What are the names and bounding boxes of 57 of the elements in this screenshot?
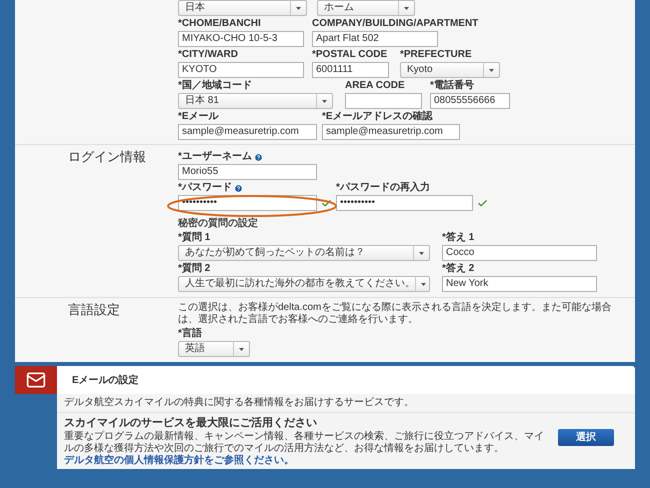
field-label: AREA CODE [345,80,405,92]
dropdown[interactable]: Kyoto [400,62,500,78]
field-label: *パスワードの再入力 [336,182,430,194]
privacy-link[interactable]: デルタ航空の個人情報保護方針をご参照ください。 [64,455,294,466]
field-label: *答え 2 [442,263,474,275]
text-field[interactable]: MIYAKO-CHO 10-5-3 [178,31,304,47]
select-button[interactable]: 選択 [558,429,614,446]
field-label: *CHOME/BANCHI [178,18,261,30]
caret-icon [239,348,244,350]
text-field[interactable] [345,93,422,109]
caret-icon [421,282,426,286]
text-field[interactable]: KYOTO [178,62,304,78]
field-label: *Eメール [178,111,219,123]
section-title: 言語設定 [67,302,121,319]
caret-icon [322,100,327,102]
field-label: *POSTAL CODE [312,49,388,61]
section-header: Eメールの設定 [57,366,635,394]
field-label: *ユーザーネーム [178,151,252,163]
text-field[interactable]: 08055556666 [430,93,510,109]
caret-icon [296,6,301,10]
text-field[interactable]: Morio55 [178,164,317,180]
dropdown[interactable]: あなたが初めて飼ったペットの名前は？ [178,245,430,261]
field-label: *質問 1 [178,232,210,244]
caret-icon [419,252,424,254]
text-field[interactable]: sample@measuretrip.com [322,124,460,140]
field-label: *Eメールアドレスの確認 [322,111,433,123]
promo-heading: スカイマイルのサービスを最大限にご活用ください [64,417,318,430]
intro-text: デルタ航空スカイマイルの特典に関する各種情報をお届けするサービスです。 [64,397,415,409]
subsection-title: 秘密の質問の設定 [178,218,259,230]
caret-icon [404,6,409,10]
field-label: *国／地域コード [178,80,252,92]
text-field[interactable]: New York [442,276,597,292]
field-label: *CITY/WARD [178,49,238,61]
dropdown[interactable]: 英語 [178,341,250,357]
text-field[interactable]: Cocco [442,245,597,261]
field-label: *PREFECTURE [400,49,472,61]
dropdown[interactable]: ホーム [317,0,415,16]
help-icon[interactable] [234,184,243,192]
field-label: COMPANY/BUILDING/APARTMENT [312,18,478,30]
section-title: ログイン情報 [67,149,147,166]
dropdown[interactable]: 日本 [178,0,307,16]
field-label: *パスワード [178,182,232,194]
text-field[interactable]: •••••••••• [336,195,473,211]
field-label: *質問 2 [178,263,210,275]
help-icon[interactable] [254,152,263,162]
description-text: この選択は、お客様がdelta.comをご覧になる際に表示される言語を決定します。また可能な場合は、選択された言語でお客様へのご連絡を行います。 [178,302,612,326]
text-field[interactable]: sample@measuretrip.com [178,124,317,140]
caret-icon [489,68,494,72]
text-field[interactable]: Apart Flat 502 [312,31,438,47]
promo-text: 重要なプログラムの最新情報、キャンペーン情報、各種サービスの検索、ご旅行に役立つアドバイス、マイルの多様な獲得方法や次回のご旅行でのマイルの活用方法など、お得な情報をお届けしています。 デルタ航空の個人情報保護方針をご参照ください。 [64,431,544,467]
dropdown[interactable]: 人生で最初に訪れた海外の都市を教えてください。 [178,276,430,292]
text-field[interactable]: 6001111 [312,62,389,78]
field-label: *答え 1 [442,232,474,244]
field-label: *電話番号 [430,80,474,92]
envelope-icon [26,370,46,390]
dropdown[interactable]: 日本 81 [178,93,333,109]
field-label: *言語 [178,328,202,340]
